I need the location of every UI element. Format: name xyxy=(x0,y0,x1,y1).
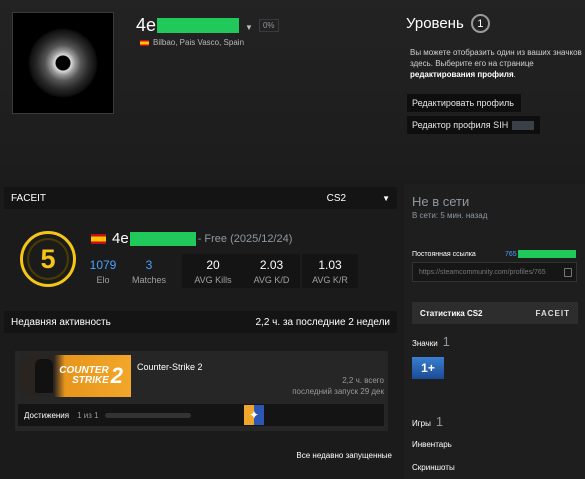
badge-1plus-icon[interactable]: 1+ xyxy=(412,357,444,379)
faceit-subscription: - Free (2025/12/24) xyxy=(197,232,293,245)
stat-value: 2.03 xyxy=(259,258,284,272)
profile-sidebar: Не в сети В сети: 5 мин. назад Постоянна… xyxy=(404,184,585,479)
permalink-redaction xyxy=(517,250,576,258)
achievements-progress-bar xyxy=(104,412,191,418)
faceit-body: 5 4e - Free (2025/12/24) 1079 Elo 3 Matc… xyxy=(12,225,392,295)
badges-link[interactable]: Значки 1 xyxy=(412,334,450,349)
recent-activity: Недавняя активность 2,2 ч. за последние … xyxy=(4,311,397,475)
cs2-stats-button[interactable]: Статистика CS2 FACEIT xyxy=(412,302,578,324)
achievement-icon[interactable]: ✦ xyxy=(244,405,264,425)
cs2-game-capsule[interactable]: COUNTER STRIKE 2 xyxy=(21,355,131,397)
recent-game-card: COUNTER STRIKE 2 Counter-Strike 2 2,2 ч.… xyxy=(15,351,388,431)
avatar[interactable] xyxy=(12,12,114,114)
level-description: Вы можете отобразить один из ваших значк… xyxy=(410,47,585,80)
faceit-level-icon: 5 xyxy=(20,231,76,287)
copy-icon[interactable] xyxy=(564,268,572,277)
badges-count: 1 xyxy=(442,334,450,349)
logo-number: 2 xyxy=(110,363,123,388)
sih-profile-editor-button[interactable]: Редактор профиля SIH xyxy=(407,116,540,134)
level-desc-text: Вы можете отобразить один из ваших значк… xyxy=(410,48,582,68)
faceit-game-select[interactable]: CS2 ▼ xyxy=(327,193,390,204)
faceit-logo: FACEIT xyxy=(535,308,570,318)
edit-profile-button[interactable]: Редактировать профиль xyxy=(407,94,521,112)
faceit-name-redaction xyxy=(129,231,196,246)
logo-line2: STRIKE xyxy=(72,375,109,386)
game-hours: 2,2 ч. всего xyxy=(342,376,384,385)
stat-label: AVG Kills xyxy=(194,275,232,285)
stat-avg-kills: 20 AVG Kills xyxy=(182,254,244,288)
cs2-stats-label: Статистика CS2 xyxy=(420,308,483,318)
soldier-silhouette-icon xyxy=(35,359,53,393)
achievements-row[interactable]: Достижения 1 из 1 ✦ xyxy=(18,404,384,426)
chevron-down-icon: ▼ xyxy=(382,193,390,203)
faceit-player-row: 4e - Free (2025/12/24) xyxy=(91,230,292,247)
game-name-link[interactable]: Counter-Strike 2 xyxy=(137,362,203,372)
permalink-label: Постоянная ссылка xyxy=(412,251,476,258)
badges-label: Значки xyxy=(412,339,438,348)
screenshots-label: Скриншоты xyxy=(412,463,455,472)
permalink-id[interactable]: 765 xyxy=(505,250,576,258)
inventory-label: Инвентарь xyxy=(412,440,452,449)
level-label: Уровень xyxy=(406,15,464,32)
faceit-title: FACEIT xyxy=(11,192,47,204)
faceit-panel: FACEIT CS2 ▼ 5 4e - Free (2025/12/24) 10… xyxy=(4,187,397,301)
view-all-recent-link[interactable]: Все недавно запущенные xyxy=(296,451,392,460)
level-badge[interactable]: 1 xyxy=(470,14,490,33)
permalink-field[interactable]: https://steamcommunity.com/profiles/765 xyxy=(412,262,577,282)
inventory-link[interactable]: Инвентарь xyxy=(412,440,452,449)
last-online: В сети: 5 мин. назад xyxy=(412,211,488,220)
profile-name: 4e xyxy=(136,15,157,35)
permalink-url: https://steamcommunity.com/profiles/765 xyxy=(419,268,546,276)
permalink-id-text: 765 xyxy=(505,250,517,258)
avatar-image xyxy=(28,28,98,98)
sih-editor-button-label: Редактор профиля SIH xyxy=(412,120,509,130)
faceit-player-name[interactable]: 4e xyxy=(112,230,129,247)
stat-value: 20 xyxy=(206,258,220,272)
stat-avg-kd: 2.03 AVG K/D xyxy=(243,254,300,288)
stat-label: Matches xyxy=(131,275,166,285)
recent-activity-title: Недавняя активность xyxy=(11,316,111,328)
stat-value: 1079 xyxy=(89,258,117,272)
profile-location: Bilbao, Pais Vasco, Spain xyxy=(140,38,244,47)
spain-flag-icon xyxy=(140,39,149,46)
recent-activity-header: Недавняя активность 2,2 ч. за последние … xyxy=(4,311,397,333)
stat-label: AVG K/D xyxy=(253,275,290,285)
games-link[interactable]: Игры 1 xyxy=(412,414,443,429)
capsule-logo-text: COUNTER STRIKE xyxy=(59,366,108,386)
games-label: Игры xyxy=(412,419,431,428)
online-status: Не в сети xyxy=(412,194,470,209)
stat-label: AVG K/R xyxy=(312,275,348,285)
name-redaction xyxy=(157,18,240,33)
faceit-header: FACEIT CS2 ▼ xyxy=(4,187,397,209)
achievements-label: Достижения xyxy=(24,410,70,420)
stat-value: 1.03 xyxy=(318,258,342,272)
profile-name-row: 4e ▼ 0% xyxy=(136,15,279,36)
screenshots-link[interactable]: Скриншоты xyxy=(412,463,455,472)
level-desc-end: . xyxy=(513,70,516,79)
stat-elo: 1079 Elo xyxy=(88,258,118,285)
name-history-dropdown-icon[interactable]: ▼ xyxy=(245,23,253,32)
level-progress-badge: 0% xyxy=(258,19,279,32)
edit-profile-button-label: Редактировать профиль xyxy=(412,98,514,108)
location-text: Bilbao, Pais Vasco, Spain xyxy=(153,38,245,47)
achievements-count: 1 из 1 xyxy=(77,410,99,420)
stat-matches: 3 Matches xyxy=(130,258,168,285)
recent-activity-summary: 2,2 ч. за последние 2 недели xyxy=(255,316,391,328)
stat-label: Elo xyxy=(96,275,110,285)
game-last-played: последний запуск 29 дек xyxy=(292,387,384,396)
stat-value: 3 xyxy=(145,258,153,272)
stat-avg-kr: 1.03 AVG K/R xyxy=(302,254,358,288)
faceit-game-value: CS2 xyxy=(326,192,347,204)
edit-profile-link[interactable]: редактирования профиля xyxy=(410,70,514,79)
spain-flag-icon xyxy=(91,233,106,244)
sih-redaction xyxy=(512,120,535,130)
profile-level: Уровень 1 xyxy=(406,14,490,33)
games-count: 1 xyxy=(435,414,444,429)
